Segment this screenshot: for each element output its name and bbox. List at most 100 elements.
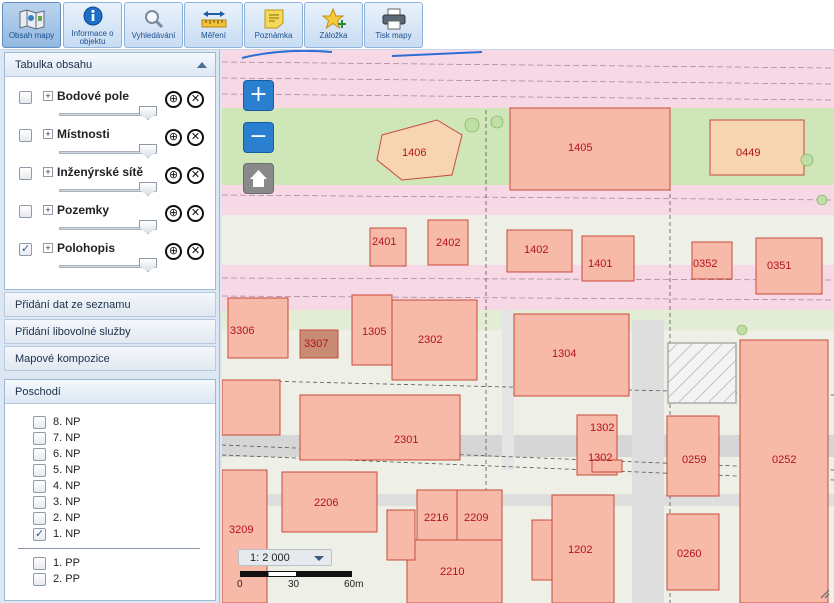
remove-layer-icon[interactable]: ✕ (187, 167, 204, 184)
building-label: 2216 (424, 512, 449, 524)
layer-checkbox[interactable] (19, 242, 32, 256)
building-label: 1302 (588, 452, 613, 464)
building-label: 1305 (362, 326, 387, 338)
scale-label: 0 (237, 579, 243, 590)
layer-checkbox[interactable] (19, 167, 32, 180)
floor-checkbox[interactable] (33, 464, 46, 477)
building-label: 0352 (693, 258, 718, 270)
layer-name: Inženýrské sítě (57, 165, 144, 179)
object-info-button[interactable]: Informace o objektu (63, 2, 122, 48)
floor-item[interactable]: 8. NP (33, 415, 153, 429)
floor-item[interactable]: 1. PP (33, 556, 153, 570)
building-label: 1406 (402, 147, 427, 159)
layer-checkbox[interactable] (19, 129, 32, 142)
floor-item[interactable]: 2. PP (33, 572, 153, 586)
floor-checkbox[interactable] (33, 573, 46, 586)
building-label: 0259 (682, 454, 707, 466)
layer-mistnosti: + Místnosti ⊕ ✕ (19, 127, 209, 165)
zoom-to-layer-icon[interactable]: ⊕ (165, 243, 182, 260)
expand-icon[interactable]: + (43, 129, 53, 139)
building-label: 1405 (568, 142, 593, 154)
app-root: Obsah mapy Informace o objektu Vyhledává… (0, 0, 834, 603)
remove-layer-icon[interactable]: ✕ (187, 243, 204, 260)
zoom-to-layer-icon[interactable]: ⊕ (165, 91, 182, 108)
collapse-arrow-icon[interactable] (197, 62, 207, 68)
floor-checkbox[interactable] (33, 512, 46, 525)
floor-checkbox[interactable] (33, 557, 46, 570)
building-label: 2210 (440, 566, 465, 578)
layer-name: Místnosti (57, 127, 110, 141)
note-button[interactable]: Poznámka (244, 2, 303, 48)
remove-layer-icon[interactable]: ✕ (187, 205, 204, 222)
slider-handle[interactable] (139, 220, 157, 234)
floor-checkbox[interactable] (33, 496, 46, 509)
floor-checkbox[interactable] (33, 527, 46, 541)
chevron-down-icon (314, 556, 324, 561)
slider-handle[interactable] (139, 258, 157, 272)
resize-grip-icon[interactable] (819, 588, 831, 600)
building-label: 2402 (436, 237, 461, 249)
building-label: 0252 (772, 454, 797, 466)
building-label: 1304 (552, 348, 577, 360)
floor-item[interactable]: 2. NP (33, 511, 153, 525)
expand-icon[interactable]: + (43, 167, 53, 177)
remove-layer-icon[interactable]: ✕ (187, 129, 204, 146)
layer-name: Bodové pole (57, 89, 130, 103)
layer-checkbox[interactable] (19, 91, 32, 104)
slider-handle[interactable] (139, 144, 157, 158)
floor-item[interactable]: 3. NP (33, 495, 153, 509)
expand-icon[interactable]: + (43, 243, 53, 253)
expand-icon[interactable]: + (43, 91, 53, 101)
measure-button[interactable]: Měření (184, 2, 243, 48)
bookmark-button[interactable]: Záložka (304, 2, 363, 48)
map-canvas[interactable]: 1406 1405 0449 2401 2402 1402 1401 0352 0351 3306… (222, 50, 834, 603)
map-contents-button[interactable]: Obsah mapy (2, 2, 61, 48)
add-service-section[interactable]: Přidání libovolné služby (4, 319, 216, 344)
layer-checkbox[interactable] (19, 205, 32, 218)
floor-checkbox[interactable] (33, 448, 46, 461)
floor-item[interactable]: 5. NP (33, 463, 153, 477)
floor-checkbox[interactable] (33, 432, 46, 445)
home-button[interactable] (243, 163, 274, 194)
zoom-to-layer-icon[interactable]: ⊕ (165, 167, 182, 184)
building-label: 2206 (314, 497, 339, 509)
print-icon (382, 8, 405, 30)
floor-item[interactable]: 1. NP (33, 527, 153, 541)
search-button[interactable]: Vyhledávání (124, 2, 183, 48)
map-compositions-section[interactable]: Mapové kompozice (4, 346, 216, 371)
zoom-to-layer-icon[interactable]: ⊕ (165, 129, 182, 146)
zoom-out-button[interactable]: − (243, 122, 274, 153)
search-icon (144, 10, 163, 29)
building-label: 3209 (229, 524, 254, 536)
floor-divider (18, 548, 200, 549)
building-label: 1302 (590, 422, 615, 434)
remove-layer-icon[interactable]: ✕ (187, 91, 204, 108)
slider-handle[interactable] (139, 106, 157, 120)
map-drawing (222, 50, 834, 603)
floor-item[interactable]: 4. NP (33, 479, 153, 493)
floor-item[interactable]: 6. NP (33, 447, 153, 461)
toc-title: Tabulka obsahu (15, 59, 93, 71)
toc-header[interactable]: Tabulka obsahu (5, 53, 215, 77)
scale-select[interactable]: 1: 2 000 (238, 549, 332, 566)
building-label: 3307 (304, 338, 329, 350)
floors-title: Poschodí (15, 386, 61, 398)
zoom-in-button[interactable]: + (243, 80, 274, 111)
scale-label: 60m (344, 579, 364, 590)
expand-icon[interactable]: + (43, 205, 53, 215)
zoom-to-layer-icon[interactable]: ⊕ (165, 205, 182, 222)
floor-checkbox[interactable] (33, 416, 46, 429)
floor-checkbox[interactable] (33, 480, 46, 493)
add-data-from-list-section[interactable]: Přidání dat ze seznamu (4, 292, 216, 317)
building-label: 3306 (230, 325, 255, 337)
floor-item[interactable]: 7. NP (33, 431, 153, 445)
slider-handle[interactable] (139, 182, 157, 196)
layer-name: Polohopis (57, 241, 115, 255)
layer-inzenyrske-site: + Inženýrské sítě ⊕ ✕ (19, 165, 209, 203)
building-label: 2401 (372, 236, 397, 248)
floors-header[interactable]: Poschodí (5, 380, 215, 404)
print-map-button[interactable]: Tisk mapy (364, 2, 423, 48)
building-label: 2302 (418, 334, 443, 346)
building-label: 2301 (394, 434, 419, 446)
sidebar: Tabulka obsahu + Bodové pole ⊕ ✕ + Místn… (0, 50, 220, 603)
